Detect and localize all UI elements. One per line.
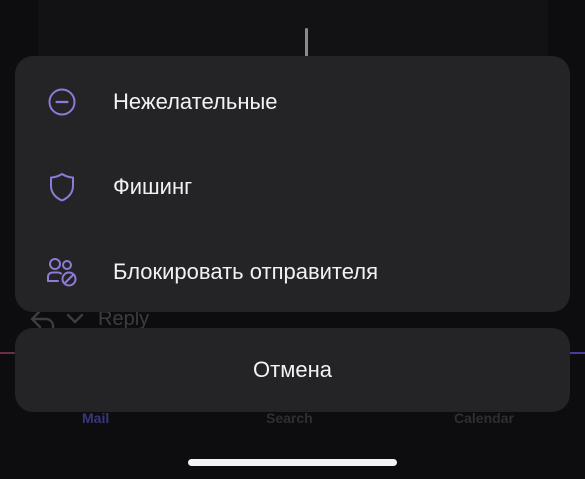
divider-accent-left	[0, 352, 14, 354]
block-sender-label: Блокировать отправителя	[113, 259, 379, 284]
screen: Reply Mail Search Calendar Нежелательные	[0, 0, 585, 479]
block-people-icon	[45, 255, 79, 289]
home-indicator[interactable]	[188, 459, 397, 466]
cancel-button[interactable]: Отмена	[15, 328, 570, 412]
tab-mail: Mail	[82, 410, 110, 426]
background-panel	[38, 0, 548, 60]
report-phishing-label: Фишинг	[113, 174, 193, 199]
cancel-label: Отмена	[253, 357, 332, 382]
tab-calendar: Calendar	[454, 410, 514, 426]
tab-search: Search	[266, 410, 313, 426]
report-phishing-option[interactable]: Фишинг	[15, 145, 570, 229]
report-junk-option[interactable]: Нежелательные	[15, 60, 570, 144]
shield-icon	[45, 170, 79, 204]
divider-accent-right	[569, 352, 585, 354]
report-junk-label: Нежелательные	[113, 89, 278, 114]
action-sheet: Нежелательные Фишинг Блокировать отправи…	[15, 56, 570, 312]
chevron-down-icon	[66, 313, 84, 324]
block-sender-option[interactable]: Блокировать отправителя	[15, 230, 570, 314]
minus-circle-icon	[45, 85, 79, 119]
